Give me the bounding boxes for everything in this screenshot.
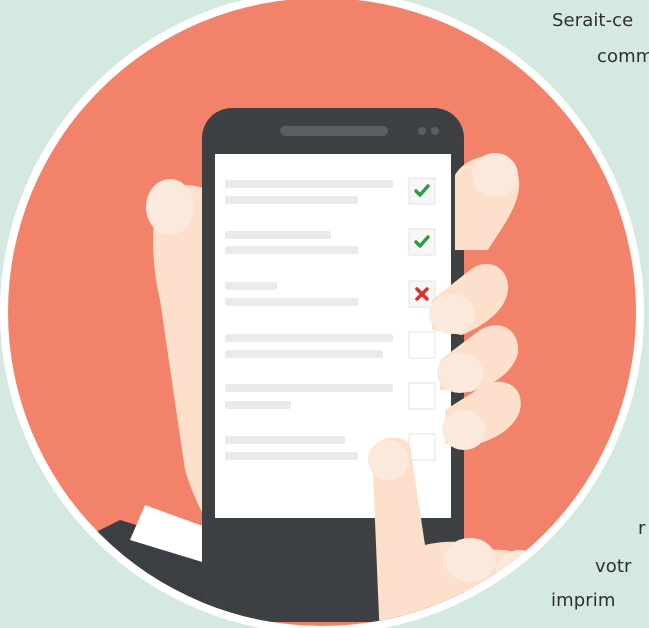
fingertip	[429, 294, 475, 334]
fingertip	[368, 440, 408, 480]
illustration	[0, 0, 649, 628]
empty-box-icon	[408, 331, 436, 359]
empty-box-icon	[408, 382, 436, 410]
text-fragment: votr	[595, 556, 632, 577]
fingertip	[437, 353, 483, 393]
camera-dot	[431, 127, 439, 135]
empty-box-icon	[408, 433, 436, 461]
sensor-dot	[418, 127, 426, 135]
text-fragment: imprim	[551, 590, 616, 611]
text-fragment: r	[638, 518, 646, 539]
text-fragment: Serait-ce	[552, 10, 634, 31]
text-fragment: comm	[597, 46, 649, 67]
fingertip	[442, 410, 486, 450]
speaker-slot	[280, 126, 388, 136]
